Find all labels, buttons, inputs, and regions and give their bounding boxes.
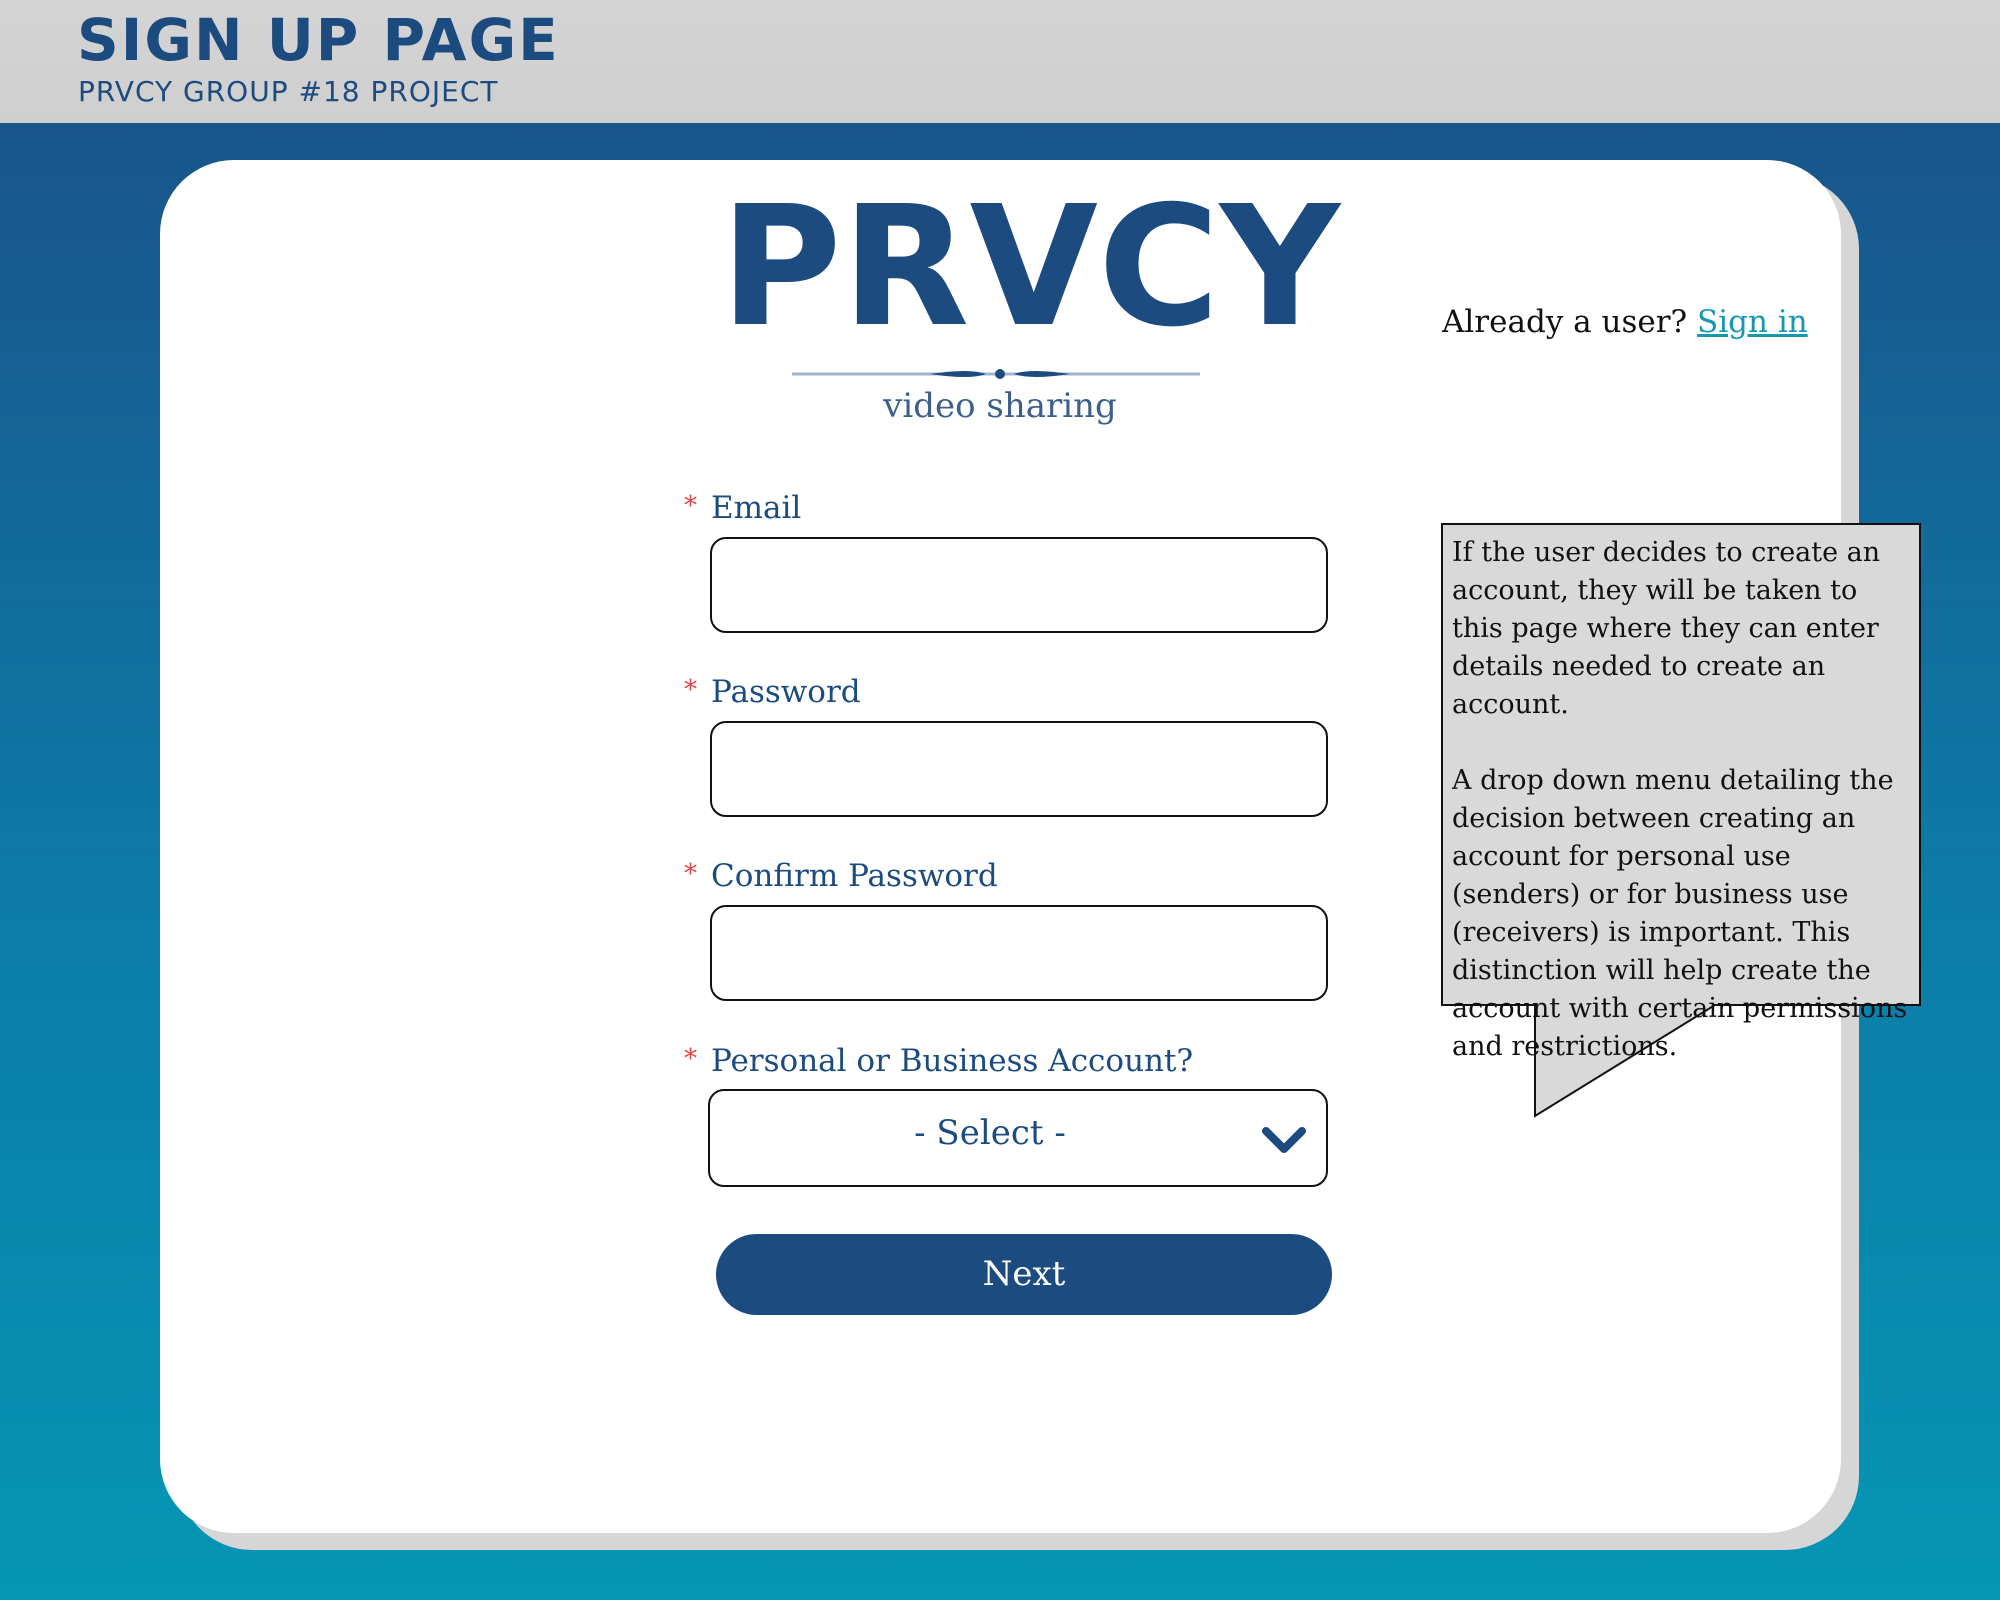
prvcy-logo: PRVCY video sharing: [720, 171, 1340, 433]
password-field[interactable]: [710, 721, 1328, 817]
signin-prompt: Already a user? Sign in: [1442, 304, 1808, 340]
logo-wordmark: PRVCY: [720, 171, 1340, 364]
signin-link[interactable]: Sign in: [1697, 304, 1808, 340]
logo-divider-icon: [792, 369, 1200, 379]
chevron-down-icon: [1262, 1127, 1306, 1153]
password-label-text: Password: [711, 674, 861, 710]
logo-tagline: video sharing: [883, 386, 1117, 426]
account-type-select[interactable]: - Select -: [708, 1089, 1328, 1187]
email-label: * Email: [684, 490, 801, 526]
email-label-text: Email: [711, 490, 802, 526]
page-title: SIGN UP PAGE: [77, 6, 560, 74]
confirm-password-label: * Confirm Password: [684, 858, 998, 894]
account-type-selected-value: - Select -: [914, 1113, 1066, 1153]
annotation-paragraph-1: If the user decides to create an account…: [1452, 537, 1881, 720]
required-marker: *: [684, 675, 697, 705]
confirm-password-field[interactable]: [710, 905, 1328, 1001]
signin-prompt-text: Already a user?: [1442, 304, 1688, 340]
email-field[interactable]: [710, 537, 1328, 633]
confirm-password-label-text: Confirm Password: [711, 858, 998, 894]
required-marker: *: [684, 859, 697, 889]
top-banner: SIGN UP PAGE PRVCY GROUP #18 PROJECT: [0, 0, 2000, 123]
next-button[interactable]: Next: [716, 1234, 1332, 1315]
password-label: * Password: [684, 674, 861, 710]
annotation-text: If the user decides to create an account…: [1452, 534, 1912, 1104]
required-marker: *: [684, 1044, 697, 1074]
annotation-paragraph-2: A drop down menu detailing the decision …: [1452, 765, 1908, 1062]
account-type-label-text: Personal or Business Account?: [711, 1043, 1194, 1079]
required-marker: *: [684, 491, 697, 521]
account-type-label: * Personal or Business Account?: [684, 1043, 1193, 1079]
page-subtitle: PRVCY GROUP #18 PROJECT: [78, 75, 499, 108]
